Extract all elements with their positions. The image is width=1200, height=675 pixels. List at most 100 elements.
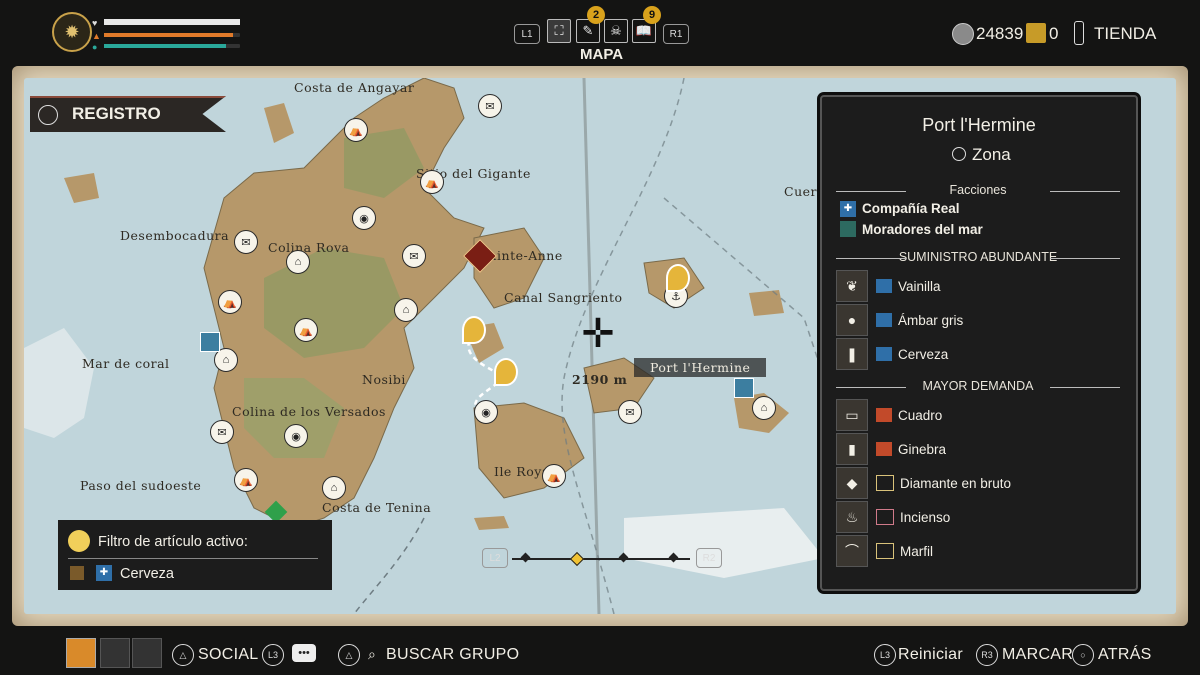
supply-item: Ámbar gris xyxy=(898,312,964,328)
triangle-button-icon: △ xyxy=(338,644,360,666)
find-group-button[interactable]: BUSCAR GRUPO xyxy=(386,646,519,664)
l3-button-icon: L3 xyxy=(874,644,896,666)
outpost-marker-icon[interactable]: ◉ xyxy=(352,206,376,230)
xp-bar xyxy=(104,44,240,48)
faction-flag-icon[interactable] xyxy=(734,378,754,398)
demand-row[interactable]: ▮ Ginebra xyxy=(836,433,1120,465)
camp-marker-icon[interactable]: ⛺ xyxy=(344,118,368,142)
faction-emblem-icon xyxy=(876,509,894,525)
map-label-port-hermine[interactable]: Port l'Hermine xyxy=(634,358,767,377)
l1-button[interactable]: L1 xyxy=(514,24,540,44)
outpost-marker-icon[interactable]: ◉ xyxy=(284,424,308,448)
camp-marker-icon[interactable]: ⛺ xyxy=(218,290,242,314)
factions-header: Facciones xyxy=(836,183,1120,197)
quest-pin-icon[interactable] xyxy=(494,358,518,386)
demand-item: Marfil xyxy=(900,543,933,559)
zone-icon xyxy=(952,147,966,161)
rank-emblem-icon: ✹ xyxy=(52,12,92,52)
party-slot-icon[interactable] xyxy=(100,638,130,668)
mapa-label: MAPA xyxy=(580,46,624,63)
supply-row[interactable]: ● Ámbar gris xyxy=(836,304,1120,336)
back-button[interactable]: ATRÁS xyxy=(1098,646,1152,664)
journal-badge: 9 xyxy=(643,6,661,24)
location-title: Port l'Hermine xyxy=(922,115,1036,135)
faction-flag-icon[interactable] xyxy=(200,332,220,352)
beer-item-icon xyxy=(70,566,84,580)
chat-icon[interactable]: ••• xyxy=(292,644,316,662)
tab-crew-icon[interactable]: ☠ xyxy=(604,19,628,43)
xp-icon: ● xyxy=(92,42,98,52)
top-hud: ✹ ♥ ▲ ● L1 ⛶ ✎ 2 ☠ 📖 9 R1 MAPA 24839 0 T… xyxy=(0,0,1200,63)
triangle-button-icon: △ xyxy=(172,644,194,666)
zoom-slider[interactable] xyxy=(512,558,690,560)
r2-button[interactable]: R2 xyxy=(696,548,722,568)
player-avatar[interactable] xyxy=(66,638,96,668)
faction-emblem-icon xyxy=(876,543,894,559)
l3-button-icon: L3 xyxy=(262,644,284,666)
r1-button[interactable]: R1 xyxy=(663,24,689,44)
demand-row[interactable]: ⌒ Marfil xyxy=(836,535,1120,567)
registro-tab[interactable]: REGISTRO xyxy=(30,96,226,132)
scroll-marker-icon[interactable]: ✉ xyxy=(234,230,258,254)
ambergris-icon: ● xyxy=(836,304,868,336)
supply-row[interactable]: ❦ Vainilla xyxy=(836,270,1120,302)
scroll-marker-icon[interactable]: ✉ xyxy=(618,400,642,424)
quest-pin-icon[interactable] xyxy=(666,264,690,292)
faction-emblem-icon xyxy=(876,475,894,491)
filter-divider xyxy=(68,558,318,559)
reset-button[interactable]: Reiniciar xyxy=(898,646,963,664)
search-icon: ⌕ xyxy=(368,646,376,662)
demand-item: Ginebra xyxy=(898,441,947,457)
demand-row[interactable]: ▭ Cuadro xyxy=(836,399,1120,431)
vanilla-icon: ❦ xyxy=(836,270,868,302)
scroll-marker-icon[interactable]: ✉ xyxy=(478,94,502,118)
social-button[interactable]: SOCIAL xyxy=(198,646,259,664)
tab-map-icon[interactable]: ⛶ xyxy=(547,19,571,43)
circle-button-icon: ○ xyxy=(1072,644,1094,666)
map-label-desembocadura: Desembocadura xyxy=(120,228,230,243)
map-label-colina-versados: Colina de los Versados xyxy=(232,404,386,419)
settlement-marker-icon[interactable]: ⌂ xyxy=(322,476,346,500)
royal-company-flag-icon xyxy=(876,347,892,361)
royal-company-flag-icon xyxy=(876,313,892,327)
company-flag-icon xyxy=(876,408,892,422)
registro-label: REGISTRO xyxy=(72,104,161,123)
camp-marker-icon[interactable]: ⛺ xyxy=(420,170,444,194)
camp-marker-icon[interactable]: ⛺ xyxy=(294,318,318,342)
supply-row[interactable]: ❚ Cerveza xyxy=(836,338,1120,370)
scroll-marker-icon[interactable]: ✉ xyxy=(402,244,426,268)
store-label[interactable]: TIENDA xyxy=(1094,24,1156,44)
l2-button[interactable]: L2 xyxy=(482,548,508,568)
settlement-marker-icon[interactable]: ⌂ xyxy=(286,250,310,274)
demand-header: MAYOR DEMANDA xyxy=(836,379,1120,393)
map-label-costa-angayar: Costa de Angayar xyxy=(294,80,415,95)
sea-dwellers-flag-icon xyxy=(840,221,856,237)
zone-label: Zona xyxy=(972,145,1011,164)
demand-row[interactable]: ◆ Diamante en bruto xyxy=(836,467,1120,499)
mark-button[interactable]: MARCAR xyxy=(1002,646,1073,664)
camp-marker-icon[interactable]: ⛺ xyxy=(542,464,566,488)
camp-marker-icon[interactable]: ⛺ xyxy=(234,468,258,492)
outpost-marker-icon[interactable]: ◉ xyxy=(474,400,498,424)
filter-bulb-icon xyxy=(68,530,90,552)
map-label-canal-sangriento: Canal Sangriento xyxy=(504,290,623,305)
silver-amount: 24839 xyxy=(976,24,1024,43)
quest-pin-icon[interactable] xyxy=(462,316,486,344)
supply-item: Cerveza xyxy=(898,346,949,362)
royal-company-flag-icon xyxy=(876,279,892,293)
filter-item-name: Cerveza xyxy=(120,566,174,582)
demand-row[interactable]: ♨ Incienso xyxy=(836,501,1120,533)
location-info-panel: Port l'Hermine Zona Facciones ✚ Compañía… xyxy=(820,95,1138,591)
gin-icon: ▮ xyxy=(836,433,868,465)
map-label-nosibi: Nosibi xyxy=(362,372,406,387)
supply-header: SUMINISTRO ABUNDANTE xyxy=(836,250,1120,264)
stamina-icon: ▲ xyxy=(92,31,101,41)
settlement-marker-icon[interactable]: ⌂ xyxy=(752,396,776,420)
incense-icon: ♨ xyxy=(836,501,868,533)
scroll-marker-icon[interactable]: ✉ xyxy=(210,420,234,444)
cursor-crosshair-icon: ✛ xyxy=(581,312,615,356)
party-slot-icon[interactable] xyxy=(132,638,162,668)
settlement-marker-icon[interactable]: ⌂ xyxy=(394,298,418,322)
map-label-paso-sudoeste: Paso del sudoeste xyxy=(80,478,202,493)
store-key-icon[interactable] xyxy=(1074,21,1084,45)
